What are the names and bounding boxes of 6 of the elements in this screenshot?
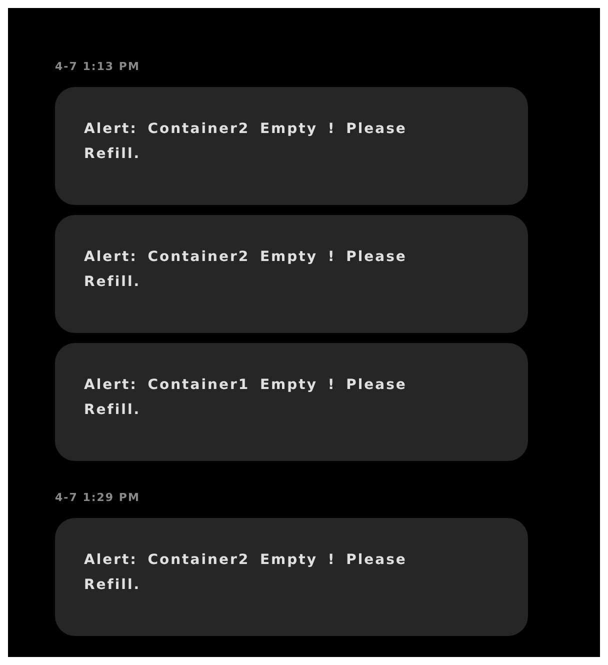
alert-text: Alert: Container2 Empty ! Please Refill.: [84, 248, 408, 292]
timestamp: 4-7 1:13 PM: [55, 60, 141, 73]
alert-text: Alert: Container2 Empty ! Please Refill.: [84, 120, 408, 164]
alert-text: Alert: Container1 Empty ! Please Refill.: [84, 376, 408, 420]
timestamp: 4-7 1:29 PM: [55, 491, 141, 504]
alert-text: Alert: Container2 Empty ! Please Refill.: [84, 551, 408, 595]
